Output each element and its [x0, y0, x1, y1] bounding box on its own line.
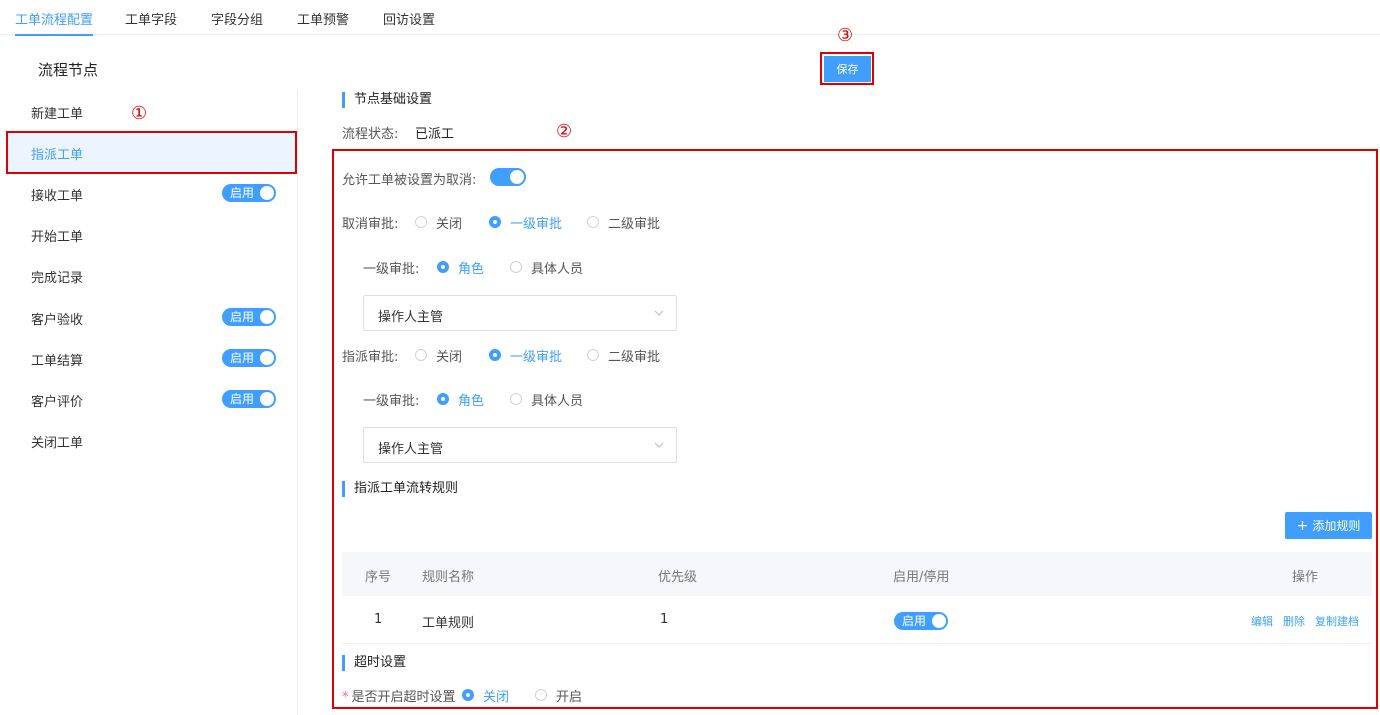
radio-dot-icon: [437, 261, 449, 273]
radio-dot-icon: [510, 261, 522, 273]
row-priority: 1: [660, 612, 669, 627]
cancel-approval-radio-level2[interactable]: 二级审批: [587, 214, 660, 232]
allow-cancel-switch[interactable]: [490, 168, 526, 186]
column-header-index: 序号: [365, 570, 392, 585]
radio-dot-icon: [587, 349, 599, 361]
cancel-approval-radio-level1[interactable]: 一级审批: [489, 214, 562, 232]
toggle-knob: [260, 351, 274, 365]
sidebar-item-label: 关闭工单: [31, 436, 84, 451]
annotation-number-3: ③: [837, 25, 854, 46]
toggle-knob: [260, 310, 274, 324]
enable-toggle[interactable]: 启用: [222, 184, 276, 202]
timeout-label: * 是否开启超时设置: [342, 690, 456, 705]
timeout-radio-off[interactable]: 关闭: [462, 687, 509, 705]
enable-toggle[interactable]: 启用: [222, 308, 276, 326]
sidebar-item-customer-acceptance[interactable]: 客户验收 启用: [8, 297, 296, 337]
chevron-down-icon: [654, 310, 664, 316]
status-value: 已派工: [415, 127, 455, 142]
section-title-basic-settings: 节点基础设置: [342, 92, 432, 108]
radio-dot-icon: [535, 689, 547, 701]
enable-toggle[interactable]: 启用: [222, 349, 276, 367]
sidebar-item-label: 新建工单: [31, 107, 84, 122]
sidebar-item-ticket-settlement[interactable]: 工单结算 启用: [8, 338, 296, 378]
row-index: 1: [374, 612, 383, 627]
required-mark: *: [342, 690, 349, 705]
assign-approval-radio-off[interactable]: 关闭: [415, 347, 462, 365]
timeout-radio-on[interactable]: 开启: [535, 687, 582, 705]
sidebar-divider: [297, 90, 298, 715]
radio-dot-icon: [415, 216, 427, 228]
add-rule-button[interactable]: + 添加规则: [1285, 512, 1372, 539]
assign-approval-label: 指派审批:: [342, 350, 399, 365]
sidebar-item-receive-ticket[interactable]: 接收工单 启用: [8, 173, 296, 213]
tab-ticket-fields[interactable]: 工单字段: [125, 9, 177, 35]
allow-cancel-label: 允许工单被设置为取消:: [342, 173, 477, 188]
section-title-assign-rules: 指派工单流转规则: [342, 481, 458, 497]
cancel-level1-radio-role[interactable]: 角色: [437, 259, 484, 277]
copy-link[interactable]: 复制建档: [1315, 613, 1359, 629]
delete-link[interactable]: 删除: [1283, 613, 1305, 629]
tab-workflow-config[interactable]: 工单流程配置: [15, 9, 94, 36]
column-header-priority: 优先级: [658, 570, 698, 585]
column-header-toggle: 启用/停用: [893, 570, 950, 585]
column-header-actions: 操作: [1292, 570, 1319, 585]
radio-dot-icon: [587, 216, 599, 228]
radio-dot-icon: [510, 393, 522, 405]
select-value: 操作人主管: [378, 310, 444, 325]
radio-dot-icon: [489, 349, 501, 361]
status-label: 流程状态:: [342, 127, 399, 142]
cancel-level1-label: 一级审批:: [363, 262, 420, 277]
section-title-timeout: 超时设置: [342, 655, 406, 671]
rule-enable-toggle[interactable]: 启用: [894, 612, 948, 630]
sidebar-item-label: 工单结算: [31, 354, 84, 369]
sidebar-item-label: 客户验收: [31, 313, 84, 328]
assign-level1-radio-person[interactable]: 具体人员: [510, 391, 583, 409]
toggle-knob: [932, 614, 946, 628]
sidebar-item-start-ticket[interactable]: 开始工单: [8, 214, 296, 254]
assign-level1-radio-role[interactable]: 角色: [437, 391, 484, 409]
column-header-name: 规则名称: [422, 570, 475, 585]
cancel-approver-select[interactable]: 操作人主管: [363, 295, 677, 331]
radio-dot-icon: [489, 216, 501, 228]
annotation-number-2: ②: [556, 121, 573, 142]
sidebar-item-new-ticket[interactable]: 新建工单: [8, 91, 296, 131]
edit-link[interactable]: 编辑: [1251, 613, 1273, 629]
tab-field-groups[interactable]: 字段分组: [211, 9, 263, 35]
save-button[interactable]: 保存: [824, 56, 871, 82]
radio-dot-icon: [437, 393, 449, 405]
cancel-approval-label: 取消审批:: [342, 217, 399, 232]
sidebar-item-label: 客户评价: [31, 395, 84, 410]
assign-approver-select[interactable]: 操作人主管: [363, 427, 677, 463]
switch-knob: [510, 170, 524, 184]
plus-icon: +: [1296, 517, 1309, 534]
annotation-box-1: [6, 131, 297, 174]
tab-ticket-alerts[interactable]: 工单预警: [297, 9, 349, 35]
sidebar-title: 流程节点: [38, 61, 99, 79]
assign-level1-label: 一级审批:: [363, 394, 420, 409]
radio-dot-icon: [462, 689, 474, 701]
table-row: 1 工单规则 1 启用 编辑 删除 复制建档: [342, 596, 1372, 644]
select-value: 操作人主管: [378, 442, 444, 457]
annotation-number-1: ①: [131, 103, 148, 124]
cancel-level1-radio-person[interactable]: 具体人员: [510, 259, 583, 277]
sidebar-item-label: 开始工单: [31, 230, 84, 245]
toggle-knob: [260, 186, 274, 200]
rules-table-header: 序号 规则名称 优先级 启用/停用 操作: [342, 552, 1372, 596]
assign-approval-radio-level2[interactable]: 二级审批: [587, 347, 660, 365]
toggle-knob: [260, 392, 274, 406]
sidebar-item-completion-record[interactable]: 完成记录: [8, 255, 296, 295]
sidebar-item-close-ticket[interactable]: 关闭工单: [8, 420, 296, 460]
sidebar-item-label: 完成记录: [31, 271, 84, 286]
top-tabs: 工单流程配置 工单字段 字段分组 工单预警 回访设置: [0, 0, 1380, 36]
row-name: 工单规则: [422, 616, 475, 631]
sidebar-item-customer-rating[interactable]: 客户评价 启用: [8, 379, 296, 419]
radio-dot-icon: [415, 349, 427, 361]
assign-approval-radio-level1[interactable]: 一级审批: [489, 347, 562, 365]
sidebar-item-label: 接收工单: [31, 189, 84, 204]
chevron-down-icon: [654, 442, 664, 448]
tab-revisit-settings[interactable]: 回访设置: [383, 9, 435, 35]
cancel-approval-radio-off[interactable]: 关闭: [415, 214, 462, 232]
enable-toggle[interactable]: 启用: [222, 390, 276, 408]
